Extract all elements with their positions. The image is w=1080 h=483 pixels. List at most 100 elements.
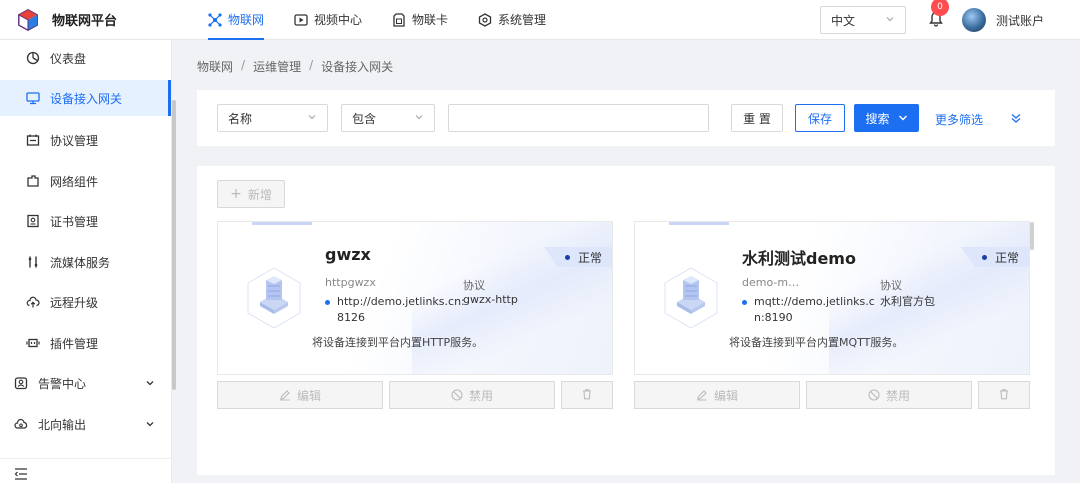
sidebar-item-network[interactable]: 网络组件 (0, 163, 171, 199)
language-select[interactable]: 中文 (819, 6, 906, 34)
gateway-illustration-icon (242, 266, 306, 330)
breadcrumb-separator: / (241, 58, 246, 72)
gateway-card[interactable]: 水利测试demo 正常 demo-m… mqtt://demo.jetlinks… (634, 221, 1030, 375)
chevron-down-icon (414, 111, 424, 125)
delete-button[interactable] (561, 381, 613, 409)
breadcrumb: 物联网 / 运维管理 / 设备接入网关 (197, 58, 393, 75)
edit-button[interactable]: 编辑 (217, 381, 383, 409)
filter-bar: 名称 包含 重 置 保存 搜索 更多筛选 (197, 90, 1055, 146)
save-button[interactable]: 保存 (795, 104, 845, 132)
sidebar-group-alarm[interactable]: 告警中心 (0, 365, 171, 401)
protocol-label: 协议 (880, 279, 902, 292)
topnav-simcard[interactable]: 物联卡 (382, 0, 458, 40)
card-accent-bar (669, 222, 729, 225)
sidebar-item-plugin[interactable]: 插件管理 (0, 325, 171, 361)
topnav-video[interactable]: 视频中心 (284, 0, 372, 40)
filter-value-input[interactable] (448, 104, 709, 132)
card-subtitle: demo-m… (742, 276, 800, 289)
sidebar-item-label: 设备接入网关 (50, 91, 123, 106)
logo[interactable]: 物联网平台 (0, 0, 176, 40)
monitor-icon (26, 91, 40, 105)
topnav-system[interactable]: 系统管理 (468, 0, 556, 40)
stream-icon (26, 255, 40, 269)
sidebar-item-stream[interactable]: 流媒体服务 (0, 244, 171, 280)
reset-button[interactable]: 重 置 (731, 104, 783, 132)
field-select[interactable]: 名称 (217, 104, 328, 132)
add-button[interactable]: + 新增 (217, 180, 285, 208)
delete-button[interactable] (978, 381, 1030, 409)
disable-button[interactable]: 禁用 (806, 381, 972, 409)
iot-icon (208, 12, 222, 27)
sidebar-item-label: 流媒体服务 (50, 255, 111, 270)
breadcrumb-separator: / (309, 58, 314, 72)
topnav-iot-label: 物联网 (228, 13, 265, 27)
plus-icon: + (230, 186, 242, 202)
trash-icon (581, 388, 593, 403)
card-title: gwzx (325, 245, 371, 264)
notification-badge: 0 (930, 0, 949, 16)
top-nav: 物联网 视频中心 物联卡 系统管理 (198, 0, 566, 40)
alarm-icon (14, 376, 28, 390)
status-dot (981, 254, 987, 260)
operator-select[interactable]: 包含 (341, 104, 435, 132)
sidebar-item-certificate[interactable]: 证书管理 (0, 203, 171, 239)
topnav-iot[interactable]: 物联网 (198, 0, 274, 40)
url-dot (325, 300, 330, 305)
card-subtitle: httpgwzx (325, 276, 376, 289)
topnav-video-label: 视频中心 (314, 13, 363, 27)
card-url: http://demo.jetlinks.cn:8126 (337, 295, 465, 324)
plugin-icon (26, 336, 40, 350)
sidebar-item-gateway[interactable]: 设备接入网关 (0, 80, 171, 116)
menu-collapse-icon[interactable] (14, 468, 28, 483)
disable-label: 禁用 (885, 388, 910, 403)
cloud-upload-icon (26, 295, 40, 309)
system-icon (478, 12, 492, 27)
sidebar-scrollbar[interactable] (172, 100, 176, 390)
search-button-label: 搜索 (865, 111, 890, 126)
field-select-value: 名称 (228, 111, 253, 126)
card-url: mqtt://demo.jetlinks.cn:8190 (754, 295, 875, 324)
gateway-card[interactable]: gwzx 正常 httpgwzx http://demo.jetlinks.cn… (217, 221, 613, 375)
card-accent-bar (252, 222, 312, 225)
edit-icon (279, 389, 291, 401)
certificate-icon (26, 214, 40, 228)
breadcrumb-item-current: 设备接入网关 (321, 60, 394, 74)
chevron-down-icon (145, 418, 155, 432)
top-header: 物联网平台 物联网 视频中心 物联卡 系统管理 中文 0 测试账户 (0, 0, 1080, 40)
sidebar-item-label: 仪表盘 (50, 51, 87, 66)
sidebar-item-label: 证书管理 (50, 214, 99, 229)
sidebar-item-upgrade[interactable]: 远程升级 (0, 284, 171, 320)
protocol-icon (26, 133, 40, 147)
sidebar-item-label: 远程升级 (50, 295, 99, 310)
sidebar-group-northbound[interactable]: 北向输出 (0, 406, 171, 442)
sidebar-item-label: 协议管理 (50, 133, 99, 148)
chevron-down-icon (145, 377, 155, 391)
topnav-system-label: 系统管理 (498, 13, 547, 27)
breadcrumb-item[interactable]: 运维管理 (253, 58, 301, 75)
status-dot (564, 254, 570, 260)
sidebar-group-label: 告警中心 (38, 376, 87, 391)
edit-button[interactable]: 编辑 (634, 381, 800, 409)
disable-button[interactable]: 禁用 (389, 381, 555, 409)
sidebar-item-protocol[interactable]: 协议管理 (0, 122, 171, 158)
username[interactable]: 测试账户 (996, 12, 1044, 29)
notification-bell[interactable]: 0 (926, 0, 949, 30)
search-button[interactable]: 搜索 (854, 104, 919, 132)
double-chevron-down-icon[interactable] (1010, 112, 1022, 127)
avatar[interactable] (961, 8, 986, 32)
chevron-down-icon (898, 113, 908, 123)
sidebar-item-dashboard[interactable]: 仪表盘 (0, 40, 171, 76)
more-filters-link[interactable]: 更多筛选 (935, 111, 983, 128)
logo-cube-icon (16, 8, 40, 32)
trash-icon (998, 388, 1010, 403)
content-scrollbar[interactable] (1030, 222, 1034, 250)
header-right: 中文 0 测试账户 (819, 0, 1080, 40)
edit-label: 编辑 (713, 388, 738, 403)
protocol-value: 水利官方包 (880, 295, 935, 308)
breadcrumb-item[interactable]: 物联网 (197, 58, 233, 75)
chevron-down-icon (307, 111, 317, 125)
language-value: 中文 (830, 13, 855, 28)
disable-icon (451, 389, 463, 401)
sidebar-group-label: 北向输出 (38, 417, 87, 432)
protocol-value: gwzx-http (463, 293, 518, 306)
